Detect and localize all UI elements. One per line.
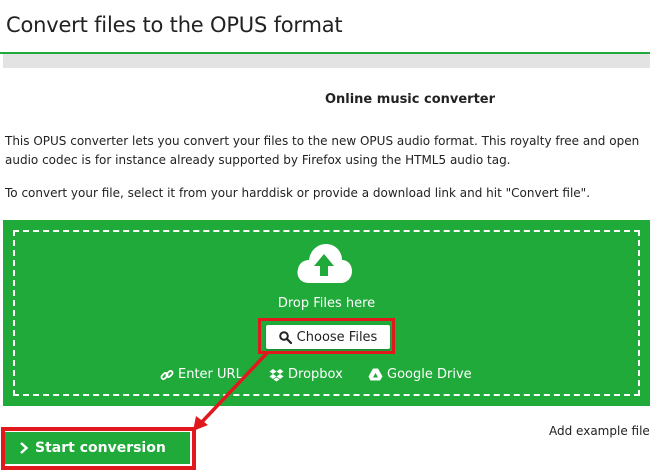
highlight-box-start <box>1 427 196 470</box>
dropbox-label: Dropbox <box>288 367 343 382</box>
divider-bar <box>3 54 650 68</box>
page-title: Convert files to the OPUS format <box>6 13 343 37</box>
link-icon <box>160 369 174 380</box>
enter-url-label: Enter URL <box>178 367 243 382</box>
drop-files-text: Drop Files here <box>277 296 376 311</box>
section-subheading: Online music converter <box>324 92 496 107</box>
highlight-box-choose <box>258 318 395 354</box>
description-text: This OPUS converter lets you convert you… <box>5 134 640 167</box>
google-drive-icon <box>368 368 383 381</box>
instructions-text: To convert your file, select it from you… <box>5 186 591 200</box>
enter-url-link[interactable]: Enter URL <box>160 367 243 382</box>
dropbox-link[interactable]: Dropbox <box>269 367 343 382</box>
dropbox-icon <box>269 368 284 381</box>
cloud-upload-icon <box>297 244 352 283</box>
header: Convert files to the OPUS format <box>0 0 650 54</box>
google-drive-label: Google Drive <box>387 367 472 382</box>
google-drive-link[interactable]: Google Drive <box>368 367 472 382</box>
add-example-file-link[interactable]: Add example file <box>549 424 650 438</box>
